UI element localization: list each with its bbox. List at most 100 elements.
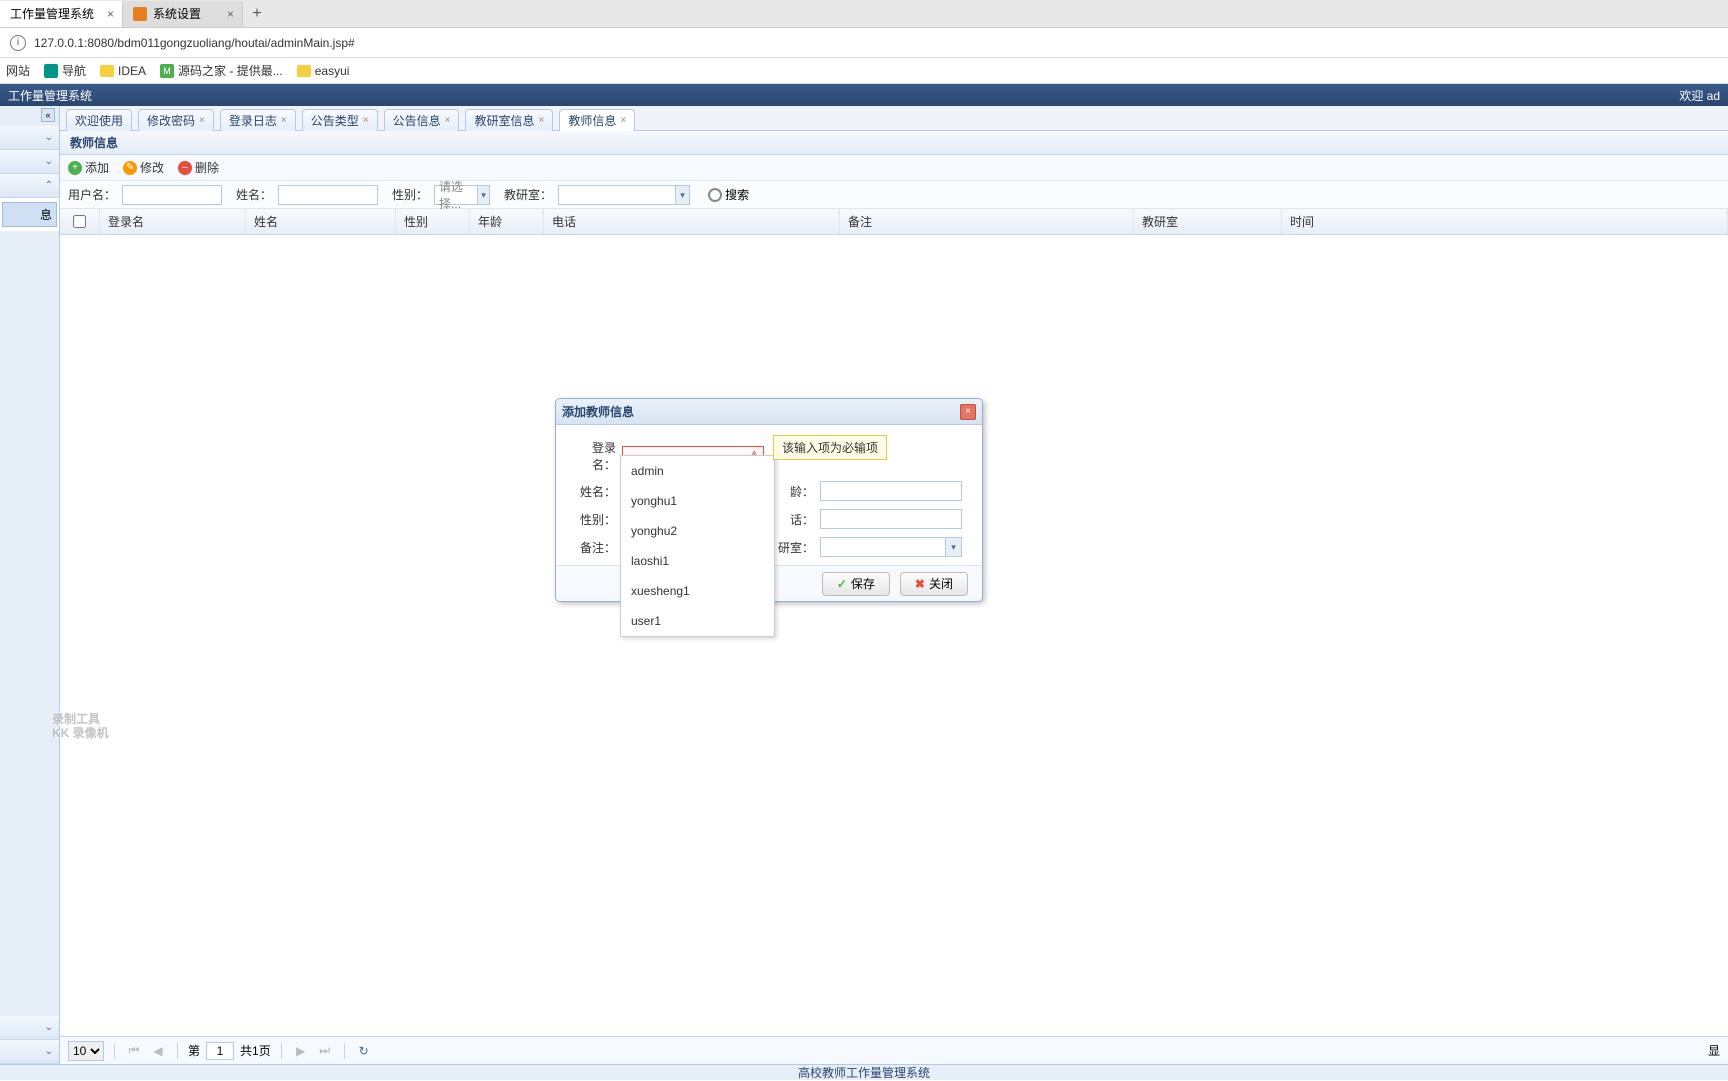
add-button[interactable]: +添加 xyxy=(68,159,109,176)
accordion-item[interactable]: ⌃ xyxy=(0,174,59,198)
page-size-select[interactable]: 10 xyxy=(68,1041,104,1061)
page-input[interactable] xyxy=(206,1042,234,1060)
tab-dept[interactable]: 教研室信息× xyxy=(465,109,553,131)
select-all-checkbox[interactable] xyxy=(73,215,86,228)
autocomplete-option[interactable]: laoshi1 xyxy=(621,546,774,576)
bookmark-item[interactable]: 导航 xyxy=(44,62,86,79)
bookmark-item[interactable]: 网站 xyxy=(6,62,30,79)
new-tab-button[interactable]: + xyxy=(243,5,271,23)
autocomplete-option[interactable]: user1 xyxy=(621,606,774,636)
plus-icon: + xyxy=(68,161,82,175)
folder-icon xyxy=(297,65,311,77)
pager: 10 ⏮ ◀ 第 共1页 ▶ ⏭ ↻ 显 xyxy=(60,1036,1728,1064)
phone-label: 话： xyxy=(770,511,814,528)
accordion-item[interactable]: ⌄ xyxy=(0,126,59,150)
last-page-button[interactable]: ⏭ xyxy=(316,1042,334,1060)
accordion-item[interactable]: ⌄ xyxy=(0,150,59,174)
bookmark-icon: M xyxy=(160,64,174,78)
close-icon[interactable]: × xyxy=(107,7,114,21)
dept-select[interactable]: ▾ xyxy=(820,537,962,557)
close-icon[interactable]: × xyxy=(363,115,369,126)
prev-page-button[interactable]: ◀ xyxy=(149,1042,167,1060)
page-total: 共1页 xyxy=(240,1042,271,1059)
browser-tab-2[interactable]: 系统设置 × xyxy=(123,1,243,27)
save-button[interactable]: ✓保存 xyxy=(822,572,890,596)
tab-welcome[interactable]: 欢迎使用 xyxy=(66,109,132,131)
close-icon[interactable]: × xyxy=(445,115,451,126)
close-icon[interactable]: × xyxy=(199,115,205,126)
name-label: 姓名： xyxy=(572,483,616,500)
gender-label: 性别： xyxy=(392,186,428,203)
phone-input[interactable] xyxy=(820,509,962,529)
age-input[interactable] xyxy=(820,481,962,501)
col-dept: 教研室 xyxy=(1134,209,1282,234)
chevron-up-icon: ⌃ xyxy=(45,180,53,191)
tab-notice[interactable]: 公告信息× xyxy=(384,109,460,131)
autocomplete-option[interactable]: admin xyxy=(621,456,774,486)
info-icon[interactable]: i xyxy=(10,35,26,51)
tab-password[interactable]: 修改密码× xyxy=(138,109,214,131)
address-bar: i 127.0.0.1:8080/bdm011gongzuoliang/hout… xyxy=(0,28,1728,58)
browser-tab-strip: 工作量管理系统 × 系统设置 × + xyxy=(0,0,1728,28)
dialog-close-button[interactable]: × xyxy=(960,404,976,420)
sidebar-item-selected[interactable]: 息 xyxy=(2,202,57,227)
chevron-down-icon: ⌄ xyxy=(45,156,53,167)
tab-noticetype[interactable]: 公告类型× xyxy=(302,109,378,131)
tab-loginlog[interactable]: 登录日志× xyxy=(220,109,296,131)
close-icon[interactable]: × xyxy=(620,115,626,126)
search-icon xyxy=(708,188,722,202)
bookmark-item[interactable]: easyui xyxy=(297,64,350,78)
accordion-item[interactable]: ⌄ xyxy=(0,1040,59,1064)
validation-tooltip: 该输入项为必输项 xyxy=(773,435,887,460)
next-page-button[interactable]: ▶ xyxy=(292,1042,310,1060)
bookmark-item[interactable]: M源码之家 - 提供最... xyxy=(160,62,283,79)
username-input[interactable] xyxy=(122,185,222,205)
dialog-title: 添加教师信息 xyxy=(562,403,634,420)
autocomplete-option[interactable]: yonghu1 xyxy=(621,486,774,516)
dept-select[interactable]: ▾ xyxy=(558,185,690,205)
close-icon[interactable]: × xyxy=(227,7,234,21)
first-page-button[interactable]: ⏮ xyxy=(125,1042,143,1060)
delete-button[interactable]: –删除 xyxy=(178,159,219,176)
autocomplete-option[interactable]: yonghu2 xyxy=(621,516,774,546)
panel-title: 教师信息 xyxy=(60,131,1728,155)
name-input[interactable] xyxy=(278,185,378,205)
chevron-down-icon: ⌄ xyxy=(45,1022,53,1033)
welcome-text: 欢迎 ad xyxy=(1679,87,1720,104)
chevron-down-icon: ▾ xyxy=(675,186,689,204)
accordion-body: 息 xyxy=(0,198,59,231)
collapse-icon[interactable]: « xyxy=(41,108,55,122)
tab-teacher[interactable]: 教师信息× xyxy=(559,109,635,131)
col-gender: 性别 xyxy=(396,209,470,234)
bookmark-bar: 网站 导航 IDEA M源码之家 - 提供最... easyui xyxy=(0,58,1728,84)
edit-button[interactable]: ✎修改 xyxy=(123,159,164,176)
browser-tab-1[interactable]: 工作量管理系统 × xyxy=(0,1,123,27)
col-phone: 电话 xyxy=(544,209,840,234)
col-remark: 备注 xyxy=(840,209,1134,234)
inner-tab-strip: 欢迎使用 修改密码× 登录日志× 公告类型× 公告信息× 教研室信息× 教师信息… xyxy=(60,106,1728,131)
refresh-button[interactable]: ↻ xyxy=(355,1042,373,1060)
dialog-titlebar[interactable]: 添加教师信息 × xyxy=(556,399,982,425)
toolbar: +添加 ✎修改 –删除 xyxy=(60,155,1728,181)
autocomplete-dropdown: admin yonghu1 yonghu2 laoshi1 xuesheng1 … xyxy=(620,455,775,637)
username-label: 用户名： xyxy=(68,186,116,203)
autocomplete-option[interactable]: xuesheng1 xyxy=(621,576,774,606)
cancel-icon: ✖ xyxy=(915,577,925,591)
close-icon[interactable]: × xyxy=(281,115,287,126)
dept-label: 教研室： xyxy=(504,186,552,203)
status-bar: 高校教师工作量管理系统 xyxy=(0,1064,1728,1080)
col-age: 年龄 xyxy=(470,209,544,234)
col-name: 姓名 xyxy=(246,209,396,234)
chevron-down-icon: ⌄ xyxy=(45,132,53,143)
accordion-item[interactable]: ⌄ xyxy=(0,1016,59,1040)
close-button[interactable]: ✖关闭 xyxy=(900,572,968,596)
url-text[interactable]: 127.0.0.1:8080/bdm011gongzuoliang/houtai… xyxy=(34,36,355,50)
login-label: 登录名： xyxy=(572,439,616,473)
table-body xyxy=(60,235,1728,1036)
bookmark-item[interactable]: IDEA xyxy=(100,64,146,78)
folder-icon xyxy=(100,65,114,77)
chevron-down-icon: ▾ xyxy=(477,186,489,204)
search-button[interactable]: 搜索 xyxy=(708,186,749,203)
gender-select[interactable]: 请选择...▾ xyxy=(434,185,490,205)
close-icon[interactable]: × xyxy=(538,115,544,126)
